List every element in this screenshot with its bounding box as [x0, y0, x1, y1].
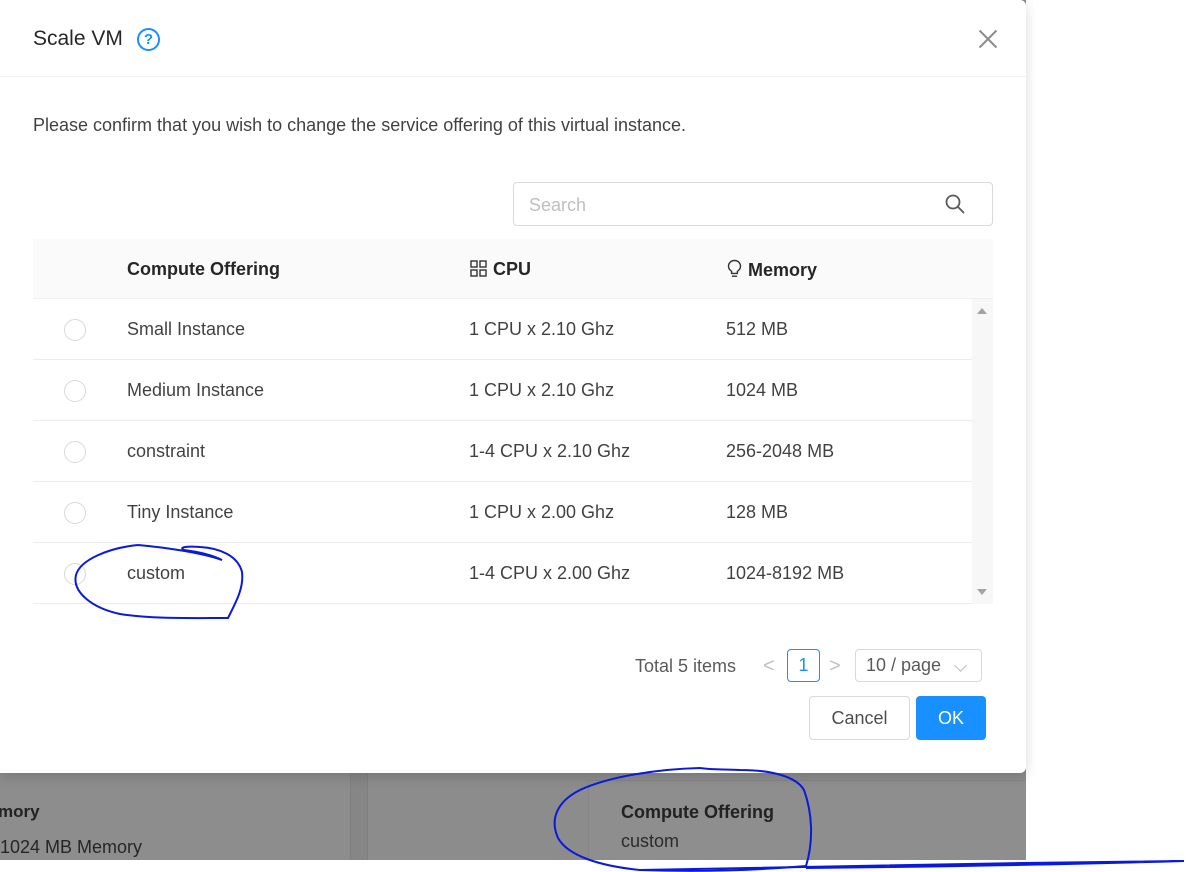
question-circle-icon[interactable]: ?: [137, 28, 160, 51]
close-icon[interactable]: [975, 26, 1001, 52]
background-compute-offering-label: Compute Offering: [621, 802, 774, 822]
offering-name: Small Instance: [127, 319, 246, 339]
modal-title: Scale VM: [33, 27, 123, 50]
pagination-prev-icon[interactable]: <: [763, 655, 775, 678]
offering-memory: 1024-8192 MB: [726, 563, 845, 583]
background-memory-value: 1024 MB Memory: [0, 837, 143, 857]
scroll-up-arrow-icon[interactable]: [977, 308, 987, 314]
annotation-underline-stroke: [639, 860, 1185, 871]
pagination-next-icon[interactable]: >: [829, 655, 841, 678]
table-row[interactable]: Medium Instance 1 CPU x 2.10 Ghz 1024 MB: [33, 360, 972, 421]
appstore-icon: [470, 260, 487, 277]
offering-cpu: 1-4 CPU x 2.10 Ghz: [469, 441, 631, 461]
background-divider: [350, 773, 368, 860]
search-icon[interactable]: [944, 193, 966, 215]
offering-memory: 256-2048 MB: [726, 441, 835, 461]
row-radio[interactable]: [64, 319, 86, 341]
modal-header: Scale VM ?: [0, 0, 1026, 77]
page-size-select[interactable]: 10 / page: [855, 649, 982, 682]
table-row[interactable]: Small Instance 1 CPU x 2.10 Ghz 512 MB: [33, 299, 972, 360]
pagination-page-item[interactable]: 1: [787, 649, 820, 682]
table-row[interactable]: constraint 1-4 CPU x 2.10 Ghz 256-2048 M…: [33, 421, 972, 482]
offering-cpu: 1 CPU x 2.00 Ghz: [469, 502, 615, 522]
row-radio[interactable]: [64, 380, 86, 402]
row-radio[interactable]: [64, 502, 86, 524]
ok-button[interactable]: OK: [916, 696, 986, 740]
offering-cpu: 1 CPU x 2.10 Ghz: [469, 319, 615, 339]
chevron-down-icon: [954, 659, 967, 672]
offering-name: Tiny Instance: [127, 502, 234, 522]
row-radio[interactable]: [64, 563, 86, 585]
search-input[interactable]: [529, 192, 939, 218]
column-header-compute-offering: Compute Offering: [127, 259, 280, 279]
table-body: Small Instance 1 CPU x 2.10 Ghz 512 MB M…: [33, 299, 993, 604]
table-header: Compute Offering CPU Memory: [33, 239, 993, 299]
search-box: [513, 182, 993, 226]
pagination-total: Total 5 items: [635, 656, 737, 676]
confirm-message: Please confirm that you wish to change t…: [33, 115, 687, 135]
offering-memory: 128 MB: [726, 502, 789, 522]
background-memory-label: mory: [0, 802, 40, 821]
offering-memory: 512 MB: [726, 319, 789, 339]
column-header-memory: Memory: [727, 259, 817, 281]
scale-vm-modal: Scale VM ? Please confirm that you wish …: [0, 0, 1026, 773]
bulb-icon: [727, 259, 742, 277]
offering-cpu: 1-4 CPU x 2.00 Ghz: [469, 563, 631, 583]
table-row[interactable]: Tiny Instance 1 CPU x 2.00 Ghz 128 MB: [33, 482, 972, 543]
scroll-down-arrow-icon[interactable]: [977, 589, 987, 595]
table-row[interactable]: custom 1-4 CPU x 2.00 Ghz 1024-8192 MB: [33, 543, 972, 604]
offering-name: custom: [127, 563, 186, 583]
offering-cpu: 1 CPU x 2.10 Ghz: [469, 380, 615, 400]
background-compute-offering-value: custom: [621, 831, 680, 851]
offering-name: Medium Instance: [127, 380, 265, 400]
column-header-cpu: CPU: [470, 259, 531, 280]
row-radio[interactable]: [64, 441, 86, 463]
cancel-button[interactable]: Cancel: [809, 696, 910, 740]
table-scrollbar[interactable]: [972, 299, 993, 604]
page-size-value: 10 / page: [866, 655, 942, 675]
offering-name: constraint: [127, 441, 206, 461]
offering-memory: 1024 MB: [726, 380, 799, 400]
